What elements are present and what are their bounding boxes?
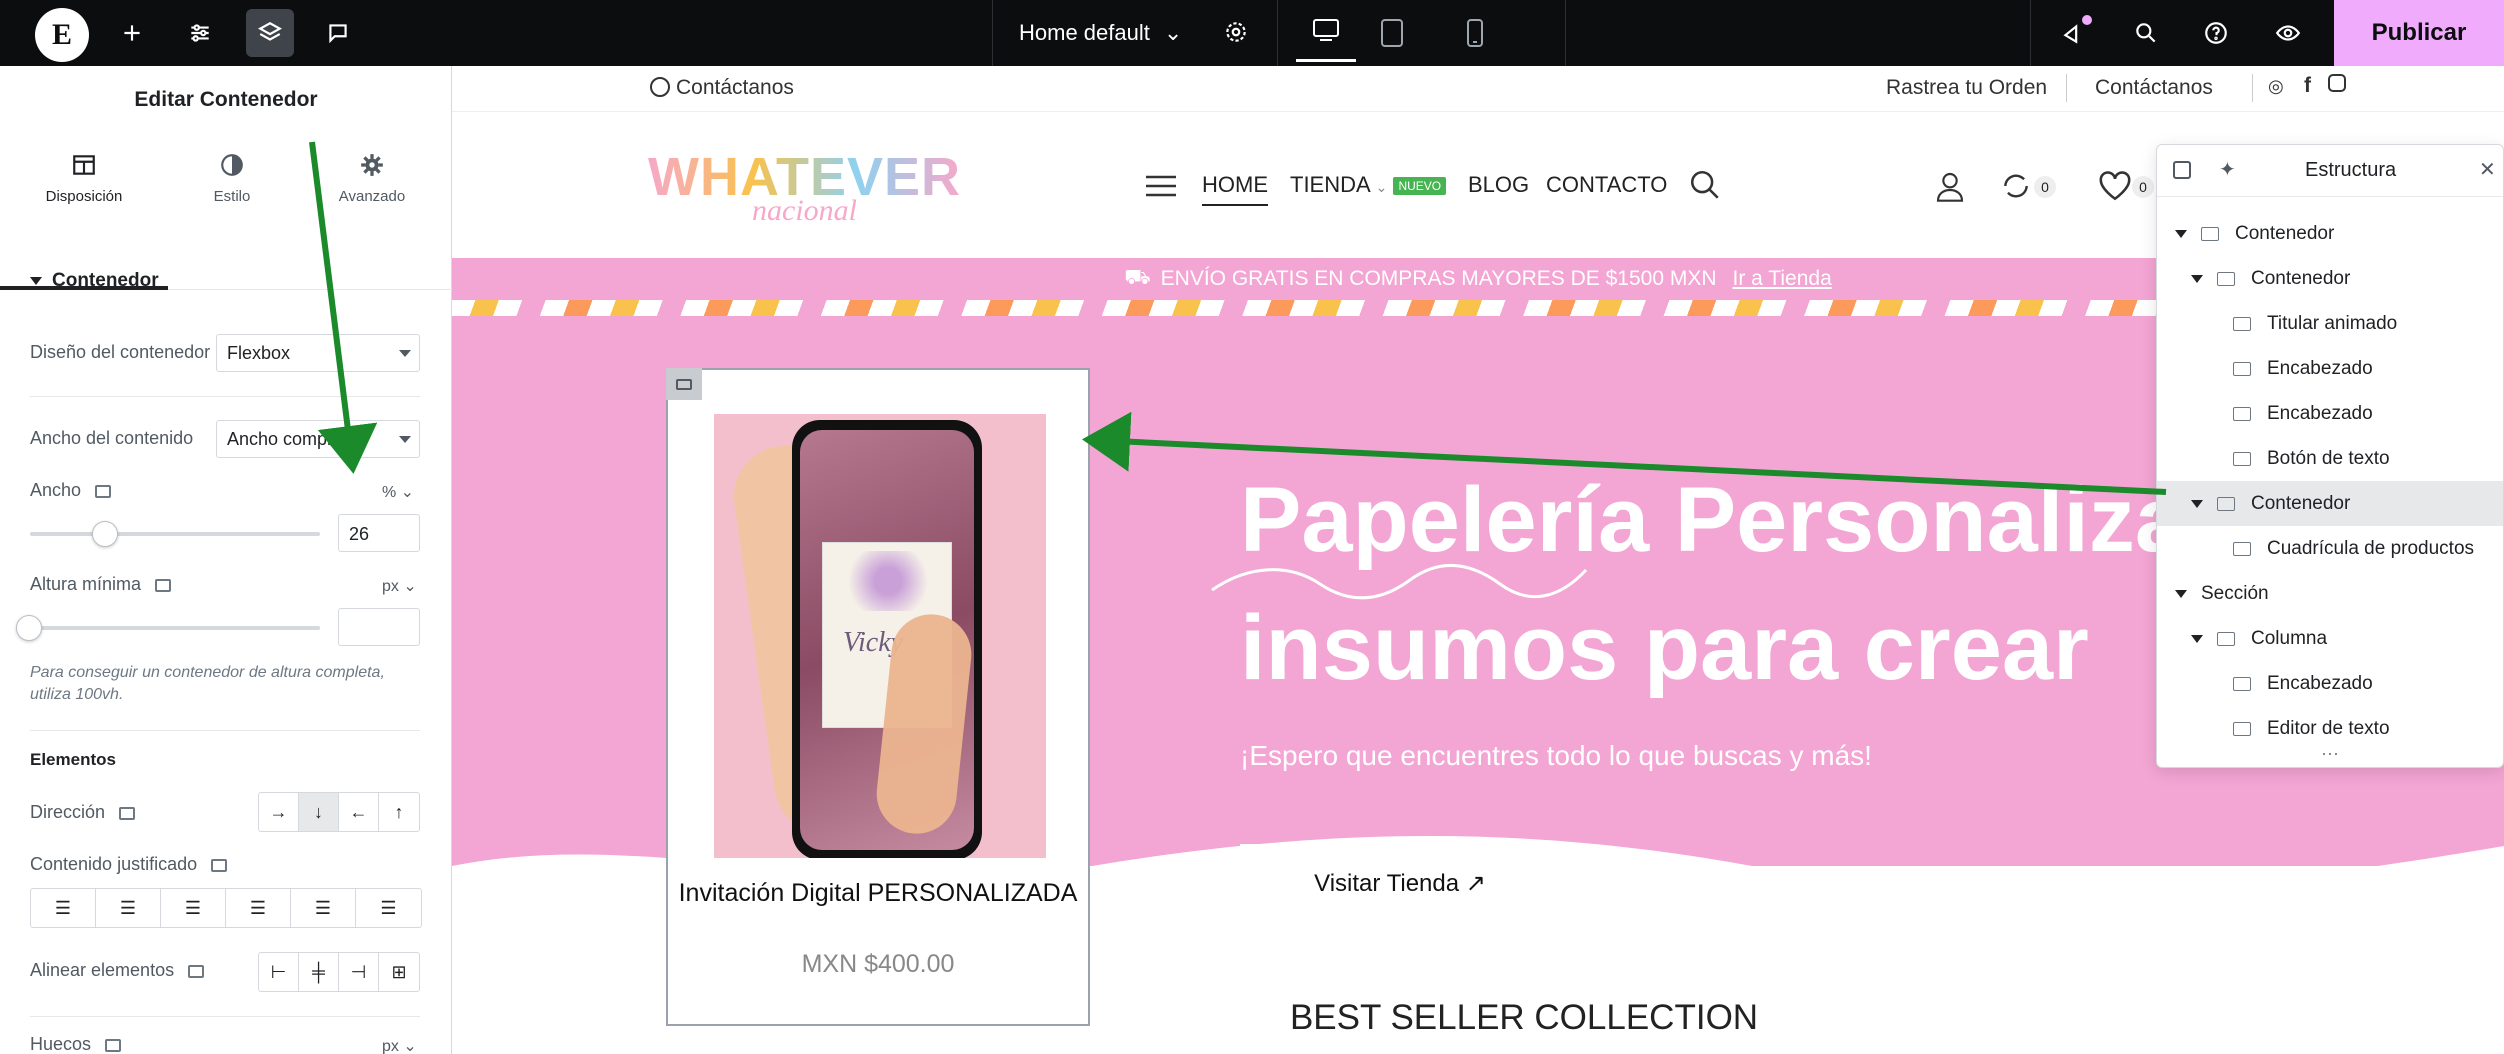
annotation-arrow-width [309,141,378,474]
annotation-arrow-container [1082,411,2167,495]
annotation-arrows [309,141,2167,495]
